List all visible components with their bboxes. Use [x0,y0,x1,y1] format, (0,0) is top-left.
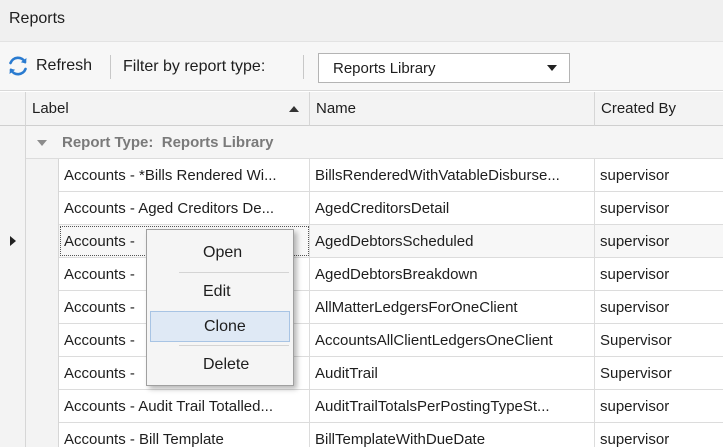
cell-name: AccountsAllClientLedgersOneClient [315,332,553,349]
group-label: Report Type: [62,134,154,151]
row-indicator-column [0,126,26,447]
report-type-value: Reports Library [333,60,436,77]
context-menu-delete[interactable]: Delete [150,350,290,381]
cell-created-by: Supervisor [600,365,672,382]
cell-created-by: supervisor [600,398,670,415]
table-row[interactable]: Accounts - Audit Trail Totalled... Audit… [59,390,723,423]
cell-label: Accounts - [64,233,135,250]
table-row[interactable]: Accounts - *Bills Rendered Wi... BillsRe… [59,159,723,192]
toolbar: Refresh Filter by report type: Reports L… [0,42,723,91]
table-row[interactable]: Accounts - Aged Creditors De... AgedCred… [59,192,723,225]
refresh-icon [9,56,27,76]
cell-name: AgedDebtorsScheduled [315,233,474,250]
cell-label: Accounts - Bill Template [64,431,224,447]
cell-created-by: Supervisor [600,332,672,349]
header-indicator-cell [0,92,26,126]
table-row[interactable]: Accounts - Bill Template BillTemplateWit… [59,423,723,447]
cell-created-by: supervisor [600,299,670,316]
cell-name: BillTemplateWithDueDate [315,431,486,447]
cell-name: AuditTrail [315,365,378,382]
cell-name: AllMatterLedgersForOneClient [315,299,518,316]
refresh-label: Refresh [36,57,93,74]
cell-name: AgedDebtorsBreakdown [315,266,478,283]
cell-label: Accounts - [64,332,135,349]
context-menu-separator [179,272,289,273]
context-menu-edit[interactable]: Edit [150,277,290,308]
group-value: Reports Library [161,134,274,151]
cell-label: Accounts - Audit Trail Totalled... [64,398,273,415]
context-menu-clone[interactable]: Clone [150,311,290,342]
filter-label: Filter by report type: [123,58,266,75]
toolbar-separator [110,55,111,79]
collapse-group-icon[interactable] [37,140,47,146]
group-row[interactable]: Report Type: Reports Library [26,126,723,159]
cell-label: Accounts - [64,365,135,382]
cell-label: Accounts - Aged Creditors De... [64,200,275,217]
window-title-bar: Reports [0,0,723,42]
window-title: Reports [9,10,66,27]
cell-label: Accounts - *Bills Rendered Wi... [64,167,277,184]
sort-ascending-icon [289,106,299,112]
group-indent-column [26,159,59,447]
cell-label: Accounts - [64,299,135,316]
reports-grid: Label Name Created By Report Type: Repor… [0,92,723,447]
column-header-created-by[interactable]: Created By [595,92,723,126]
cell-name: AuditTrailTotalsPerPostingTypeSt... [315,398,550,415]
cell-label: Accounts - [64,266,135,283]
chevron-down-icon[interactable] [547,65,557,71]
cell-created-by: supervisor [600,266,670,283]
cell-created-by: supervisor [600,200,670,217]
cell-created-by: supervisor [600,167,670,184]
toolbar-separator [303,55,304,79]
refresh-button[interactable]: Refresh [6,52,92,80]
current-row-indicator-icon [10,236,16,246]
context-menu: Open Edit Clone Delete [146,229,294,386]
context-menu-separator [179,345,289,346]
cell-name: AgedCreditorsDetail [315,200,450,217]
cell-created-by: supervisor [600,233,670,250]
report-type-dropdown[interactable]: Reports Library [318,53,570,83]
context-menu-open[interactable]: Open [150,238,290,269]
column-header-label[interactable]: Label [26,92,310,126]
cell-name: BillsRenderedWithVatableDisburse... [315,167,560,184]
column-header-name[interactable]: Name [310,92,595,126]
cell-created-by: supervisor [600,431,670,447]
